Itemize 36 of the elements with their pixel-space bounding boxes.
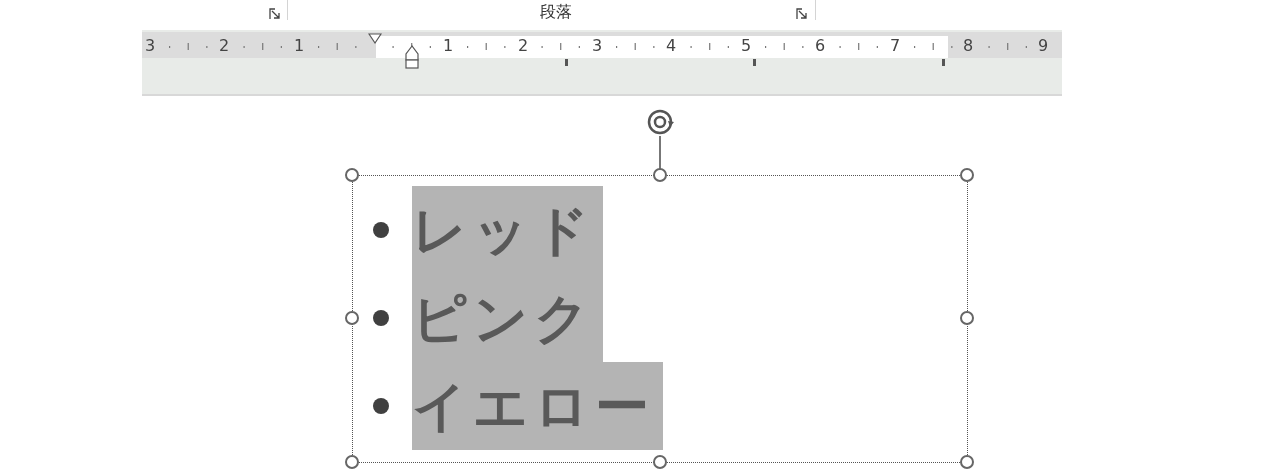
list-item-text: レッド <box>412 186 603 274</box>
tab-stop-marker <box>942 59 945 66</box>
bullet-icon <box>373 398 389 414</box>
resize-handle[interactable] <box>960 168 974 182</box>
tab-stop-marker <box>565 59 568 66</box>
ruler-number: 2 <box>218 36 230 56</box>
dialog-launcher-icon[interactable] <box>796 8 808 20</box>
hanging-indent-icon[interactable] <box>405 45 419 69</box>
resize-handle[interactable] <box>653 168 667 182</box>
ruler-number: 1 <box>293 36 305 56</box>
resize-handle[interactable] <box>345 455 359 469</box>
text-box[interactable]: レッド ピンク イエロー <box>352 175 968 463</box>
ruler-number: 6 <box>814 36 826 56</box>
ruler-number: 5 <box>740 36 752 56</box>
ruler-number: 2 <box>517 36 529 56</box>
list-item-text: イエロー <box>412 362 663 450</box>
resize-handle[interactable] <box>345 311 359 325</box>
first-line-indent-icon[interactable] <box>368 33 382 45</box>
rotate-handle-icon[interactable] <box>646 108 676 136</box>
list-item-text: ピンク <box>412 274 603 362</box>
ruler-number: 7 <box>889 36 901 56</box>
ruler-number: 4 <box>665 36 677 56</box>
resize-handle[interactable] <box>345 168 359 182</box>
ruler-number: 1 <box>442 36 454 56</box>
resize-handle[interactable] <box>960 311 974 325</box>
ruler-number: 3 <box>144 36 156 56</box>
ruler-number: 8 <box>962 36 974 56</box>
ruler-number: 3 <box>591 36 603 56</box>
dialog-launcher-icon[interactable] <box>269 8 281 20</box>
bullet-icon <box>373 310 389 326</box>
tab-stop-marker <box>753 59 756 66</box>
ruler-number: 9 <box>1037 36 1049 56</box>
resize-handle[interactable] <box>653 455 667 469</box>
resize-handle[interactable] <box>960 455 974 469</box>
bullet-icon <box>373 222 389 238</box>
group-label: 段落 <box>540 2 572 22</box>
